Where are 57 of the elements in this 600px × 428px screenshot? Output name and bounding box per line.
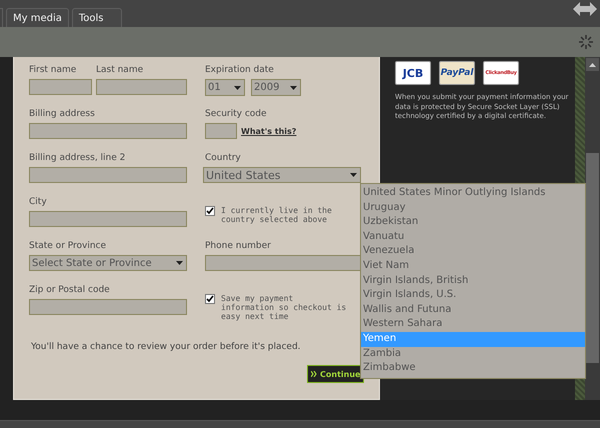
dropdown-option[interactable]: Viet Nam <box>361 258 585 274</box>
dropdown-option[interactable]: Virgin Islands, U.S. <box>361 288 585 303</box>
dropdown-option[interactable]: Virgin Islands, British <box>361 274 585 288</box>
checkbox[interactable] <box>205 206 215 216</box>
select-value: 01 <box>208 82 221 93</box>
spinner-icon <box>577 33 595 51</box>
field-label: State or Province <box>29 240 108 252</box>
dropdown-option[interactable]: United States Minor Outlying Islands <box>361 186 585 201</box>
dropdown-option[interactable]: Uruguay <box>361 200 585 216</box>
caret-icon <box>176 261 183 265</box>
caret-icon <box>234 86 241 90</box>
field-label: Security code <box>205 108 268 120</box>
input-field[interactable] <box>29 211 187 227</box>
scrollbar[interactable] <box>585 57 600 400</box>
country-select[interactable]: United States <box>203 167 361 183</box>
month-select[interactable]: 01 <box>205 79 245 96</box>
dropdown-option[interactable]: Zambia <box>361 346 585 362</box>
whats-this-link[interactable]: What's this? <box>241 126 296 136</box>
continue-button[interactable]: Continue <box>307 365 364 383</box>
tab[interactable]: Tools <box>72 8 122 27</box>
field-label: Billing address <box>29 108 96 120</box>
field-label: Billing address, line 2 <box>29 152 126 164</box>
caret-icon <box>290 86 297 90</box>
select-value: United States <box>206 168 280 182</box>
field-label: First name <box>29 64 78 76</box>
field-label: Country <box>205 152 242 164</box>
up-arrow-icon[interactable] <box>589 62 596 66</box>
year-select[interactable]: 2009 <box>251 79 301 96</box>
dropdown-option[interactable]: Yemen <box>361 332 585 347</box>
payment-logo: JCB <box>395 61 431 85</box>
select-value: 2009 <box>254 82 280 93</box>
field-label: Zip or Postal code <box>29 284 111 296</box>
checkbox-label: Save my payment information so checkout is easy next time <box>221 294 348 321</box>
input-field[interactable] <box>29 123 187 139</box>
input-field[interactable] <box>29 299 187 315</box>
field-label: City <box>29 196 48 208</box>
swap-arrows-icon[interactable] <box>572 1 598 17</box>
review-note: You'll have a chance to review your order before it's placed. <box>31 342 302 352</box>
dropdown-option[interactable]: Western Sahara <box>361 317 585 332</box>
caret-icon <box>350 173 357 177</box>
dropdown-option[interactable]: Wallis and Futuna <box>361 302 585 318</box>
select-value: Select State or Province <box>32 258 152 268</box>
tab[interactable]: My media <box>6 8 69 27</box>
input-field[interactable] <box>205 123 237 139</box>
dropdown-option[interactable]: Vanuatu <box>361 230 585 244</box>
field-label: Last name <box>96 64 144 76</box>
dropdown-option[interactable]: Uzbekistan <box>361 215 585 230</box>
state-select[interactable]: Select State or Province <box>29 255 187 271</box>
payment-logo: PayPal <box>439 61 475 85</box>
checkbox-label: I currently live in the country selected above <box>221 206 333 224</box>
input-field[interactable] <box>29 79 92 95</box>
double-chevron-icon <box>311 371 317 377</box>
field-label: Expiration date <box>205 64 275 76</box>
dropdown-option[interactable]: Venezuela <box>361 244 585 259</box>
checkbox[interactable] <box>205 294 215 304</box>
input-field[interactable] <box>96 79 187 95</box>
input-field[interactable] <box>29 167 187 183</box>
